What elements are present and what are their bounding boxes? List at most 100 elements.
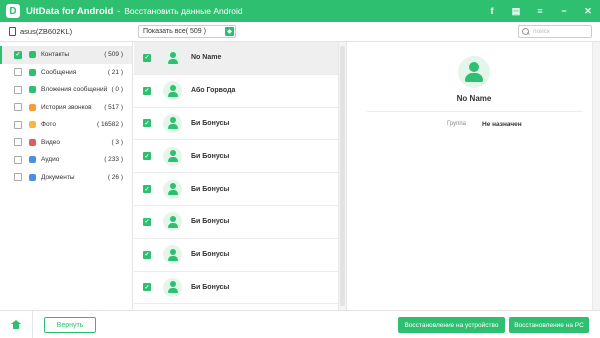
category-checkbox[interactable]: ✓ xyxy=(14,50,22,59)
contact-checkbox[interactable]: ✓ xyxy=(143,283,151,292)
category-sidebar: ✓ Контакты ( 509 ) Сообщения ( 21 ) Вложения … xyxy=(0,42,133,310)
minimize-icon[interactable]: − xyxy=(558,5,570,17)
restore-to-device-button[interactable]: Восстановление на устройство xyxy=(398,317,505,333)
window-controls: f ▤ ≡ − ✕ xyxy=(486,0,594,22)
contact-avatar-icon xyxy=(163,146,182,166)
category-checkbox[interactable] xyxy=(14,138,22,147)
category-count: ( 233 ) xyxy=(104,156,123,164)
video-icon xyxy=(29,138,36,146)
restore-to-pc-button[interactable]: Восстановление на PC xyxy=(509,317,589,333)
detail-divider xyxy=(367,111,583,112)
contacts-icon xyxy=(29,51,36,59)
category-checkbox[interactable] xyxy=(14,173,22,182)
audio-icon xyxy=(29,156,36,164)
contact-avatar-icon xyxy=(163,81,182,101)
sidebar-item-audio[interactable]: Аудио ( 233 ) xyxy=(0,151,132,169)
contact-avatar-icon xyxy=(163,245,182,265)
category-count: ( 0 ) xyxy=(111,86,123,94)
category-label: Видео xyxy=(41,138,60,146)
sidebar-item-video[interactable]: Видео ( 3 ) xyxy=(0,134,132,152)
contact-detail-panel: No Name Группа Не назначен xyxy=(346,42,600,310)
category-label: Контакты xyxy=(41,51,70,59)
contact-list-scrollbar[interactable] xyxy=(338,42,346,310)
attachments-icon xyxy=(29,86,36,94)
category-count: ( 509 ) xyxy=(104,51,123,59)
sidebar-item-documents[interactable]: Документы ( 26 ) xyxy=(0,169,132,187)
show-all-dropdown[interactable]: Показать все( 509 ) ◆ xyxy=(138,25,236,38)
category-label: Сообщения xyxy=(41,68,77,76)
category-checkbox[interactable] xyxy=(14,85,22,94)
contact-name: Би Бонусы xyxy=(191,218,230,226)
close-icon[interactable]: ✕ xyxy=(582,5,594,17)
search-input[interactable] xyxy=(533,28,591,35)
contact-checkbox[interactable]: ✓ xyxy=(143,217,151,226)
contact-row[interactable]: ✓ Би Бонусы xyxy=(134,140,338,174)
group-field-label: Группа xyxy=(447,121,467,127)
sidebar-item-messages[interactable]: Сообщения ( 21 ) xyxy=(0,64,132,82)
bottom-bar: Вернуть Восстановление на устройство Вос… xyxy=(0,310,600,338)
contact-row[interactable]: ✓ Або Горвода xyxy=(134,75,338,108)
home-button[interactable] xyxy=(0,311,33,338)
sidebar-item-call-history[interactable]: История звонков ( 517 ) xyxy=(0,99,132,117)
category-label: Фото xyxy=(41,121,56,129)
call-history-icon xyxy=(29,103,36,111)
detail-scrollbar[interactable] xyxy=(592,42,600,310)
sidebar-item-photo[interactable]: Фото ( 16582 ) xyxy=(0,116,132,134)
category-count: ( 26 ) xyxy=(107,173,123,181)
category-count: ( 16582 ) xyxy=(96,121,123,129)
contact-row[interactable]: ✓ Би Бонусы xyxy=(134,173,338,206)
category-label: Вложения сообщений xyxy=(41,86,108,94)
category-count: ( 21 ) xyxy=(107,68,123,76)
title-bar: D UltData for Android - Восстановить дан… xyxy=(0,0,600,22)
category-checkbox[interactable] xyxy=(14,120,22,129)
messages-icon xyxy=(29,68,36,76)
contact-checkbox[interactable]: ✓ xyxy=(143,53,151,62)
category-checkbox[interactable] xyxy=(14,103,22,112)
contact-row[interactable]: ✓ Би Бонусы xyxy=(134,239,338,272)
app-name: UltData for Android xyxy=(26,5,114,17)
contact-name: Би Бонусы xyxy=(191,152,230,160)
contact-name: No Name xyxy=(191,54,222,62)
contact-name: Би Бонусы xyxy=(191,119,230,127)
toolbar: asus(ZB602KL) Показать все( 509 ) ◆ xyxy=(0,22,600,42)
contact-avatar-icon xyxy=(163,277,182,297)
search-box[interactable] xyxy=(518,25,592,38)
back-button[interactable]: Вернуть xyxy=(44,317,96,333)
contact-avatar-icon xyxy=(163,113,182,133)
sidebar-item-contacts[interactable]: ✓ Контакты ( 509 ) xyxy=(0,46,132,64)
contact-avatar-icon xyxy=(163,212,182,232)
phone-icon xyxy=(9,27,16,36)
category-checkbox[interactable] xyxy=(14,68,22,77)
contact-row[interactable]: ✓ Би Бонусы xyxy=(134,206,338,239)
contact-row[interactable]: ✓ Би Бонусы xyxy=(134,108,338,141)
category-count: ( 3 ) xyxy=(111,138,123,146)
contact-list: ✓ No Name ✓ Або Горвода ✓ Би Бонусы ✓ Би Бонусы… xyxy=(134,42,338,310)
category-label: История звонков xyxy=(41,103,92,111)
contact-checkbox[interactable]: ✓ xyxy=(143,152,151,161)
contact-row[interactable]: ✓ Би Бонусы xyxy=(134,272,338,305)
app-logo-icon: D xyxy=(6,4,20,18)
dropdown-arrow-icon: ◆ xyxy=(225,27,234,36)
contact-avatar-icon xyxy=(163,48,182,68)
contact-name: Би Бонусы xyxy=(191,283,230,291)
device-name: asus(ZB602KL) xyxy=(20,27,73,36)
sidebar-item-attachments[interactable]: Вложения сообщений( 0 ) xyxy=(0,81,132,99)
photo-icon xyxy=(29,121,36,129)
menu-icon[interactable]: ≡ xyxy=(534,5,546,17)
contact-name: Або Горвода xyxy=(191,87,236,95)
device-selector[interactable]: asus(ZB602KL) xyxy=(9,27,72,36)
contact-checkbox[interactable]: ✓ xyxy=(143,119,151,128)
category-checkbox[interactable] xyxy=(14,155,22,164)
contact-row[interactable]: ✓ No Name xyxy=(134,42,338,75)
search-icon xyxy=(521,27,529,37)
facebook-icon[interactable]: f xyxy=(486,5,498,17)
contact-checkbox[interactable]: ✓ xyxy=(143,86,151,95)
contact-avatar-icon xyxy=(163,179,182,199)
group-field-value: Не назначен xyxy=(482,121,522,128)
contact-checkbox[interactable]: ✓ xyxy=(143,185,151,194)
contact-checkbox[interactable]: ✓ xyxy=(143,250,151,259)
feedback-icon[interactable]: ▤ xyxy=(510,5,522,17)
contact-avatar-icon xyxy=(458,56,490,88)
scroll-thumb[interactable] xyxy=(340,46,345,306)
category-label: Аудио xyxy=(41,156,60,164)
